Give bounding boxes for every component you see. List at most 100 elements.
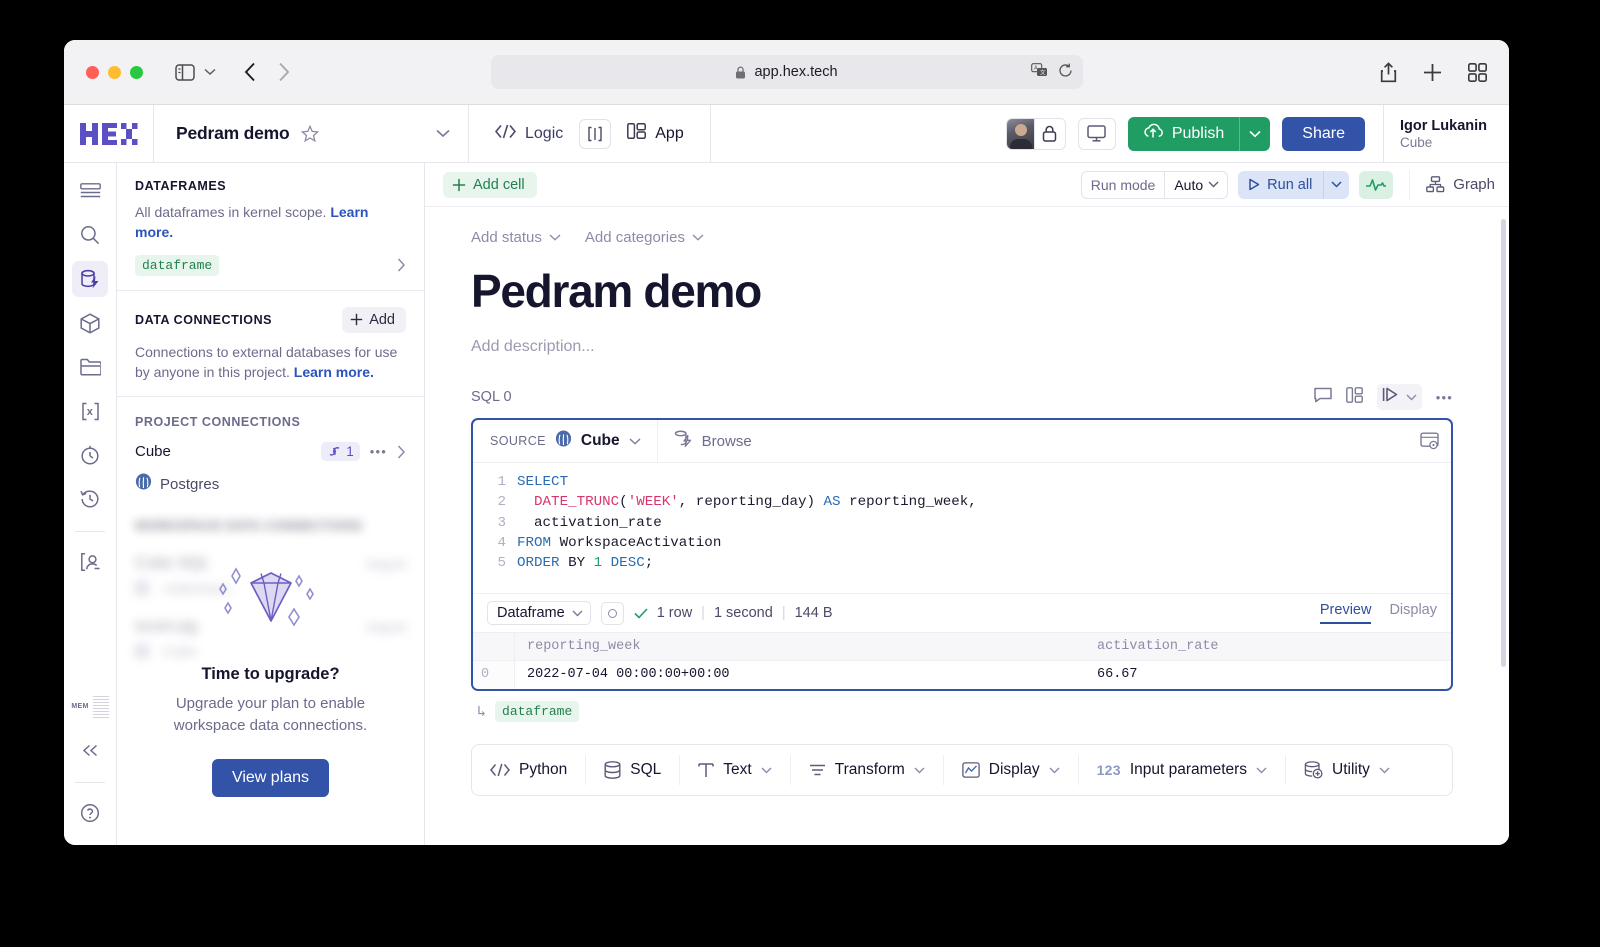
notebook-canvas[interactable]: Add status Add categories Pedram demo Ad… <box>425 207 1509 845</box>
run-mode-selector[interactable]: Run mode Auto <box>1080 170 1229 199</box>
chevron-down-icon[interactable] <box>1049 767 1060 774</box>
maximize-window-button[interactable] <box>130 65 143 79</box>
tab-logic[interactable]: Logic <box>483 117 575 151</box>
user-info[interactable]: Igor Lukanin Cube <box>1383 105 1495 162</box>
cell-type-palette: Python SQL Text Transform Display 123 In… <box>471 744 1453 797</box>
view-plans-button[interactable]: View plans <box>211 758 330 797</box>
table-row[interactable]: 0 2022-07-04 00:00:00+00:00 66.67 <box>473 661 1451 690</box>
data-sources-icon[interactable] <box>72 261 108 297</box>
search-icon[interactable] <box>72 217 108 253</box>
palette-transform[interactable]: Transform <box>791 755 944 786</box>
cell-output-variable: ↳ dataframe <box>471 701 1453 723</box>
run-all-button[interactable]: Run all <box>1238 170 1350 199</box>
chevron-down-icon[interactable] <box>914 767 925 774</box>
address-bar[interactable]: app.hex.tech A文 <box>490 55 1083 89</box>
layout-icon[interactable] <box>1345 386 1363 408</box>
ellipsis-icon[interactable]: ••• <box>370 444 387 459</box>
lock-icon[interactable] <box>1035 119 1065 149</box>
cell-ellipsis-icon[interactable]: ••• <box>1436 390 1453 405</box>
add-connection-button[interactable]: Add <box>342 306 406 333</box>
sql-cell[interactable]: SOURCE Cube Browse 1 SELECT 2 DATE_TRUNC… <box>471 418 1453 692</box>
publish-dropdown-chevron-down-icon[interactable] <box>1239 116 1270 151</box>
comment-icon[interactable] <box>1313 387 1332 408</box>
column-header[interactable]: activation_rate <box>1085 633 1231 660</box>
tab-display[interactable]: Display <box>1389 602 1437 624</box>
document-title[interactable]: Pedram demo <box>471 264 1453 318</box>
connection-usage-badge[interactable]: 1 <box>321 442 360 462</box>
review-icon[interactable] <box>72 544 108 580</box>
project-connection-cube[interactable]: Cube 1 ••• <box>135 442 406 462</box>
project-connection-postgres[interactable]: Postgres <box>135 473 406 495</box>
share-icon[interactable] <box>1380 61 1397 83</box>
chevron-down-icon[interactable] <box>761 767 772 774</box>
sql-settings-icon[interactable] <box>1420 432 1439 450</box>
forward-arrow-icon[interactable] <box>278 62 290 82</box>
add-categories-dropdown[interactable]: Add categories <box>585 229 704 246</box>
canvas-scrollbar[interactable] <box>1501 219 1506 667</box>
reload-icon[interactable] <box>1058 63 1073 82</box>
chevron-down-icon[interactable] <box>436 129 450 138</box>
add-cell-button[interactable]: Add cell <box>443 171 537 198</box>
split-view-icon[interactable] <box>579 118 612 149</box>
package-icon[interactable] <box>72 305 108 341</box>
graph-button[interactable]: Graph <box>1409 169 1495 200</box>
close-window-button[interactable] <box>86 65 99 79</box>
hex-logo[interactable] <box>64 105 154 162</box>
run-mode-value[interactable]: Auto <box>1164 171 1227 198</box>
window-traffic-lights[interactable] <box>86 65 143 79</box>
source-selector[interactable]: SOURCE Cube <box>473 420 658 462</box>
circle-icon[interactable] <box>600 601 624 625</box>
run-all-chevron-down-icon[interactable] <box>1323 170 1349 199</box>
chevron-down-icon[interactable] <box>1256 767 1267 774</box>
publish-button-main[interactable]: Publish <box>1128 117 1239 151</box>
share-button[interactable]: Share <box>1282 116 1365 151</box>
browse-button[interactable]: Browse <box>658 430 768 452</box>
palette-sql[interactable]: SQL <box>586 755 681 786</box>
outline-icon[interactable] <box>72 173 108 209</box>
avatar[interactable] <box>1006 118 1035 149</box>
palette-python[interactable]: Python <box>472 755 587 786</box>
collaborators[interactable] <box>1005 117 1066 150</box>
add-status-dropdown[interactable]: Add status <box>471 229 561 246</box>
dataframe-chip[interactable]: dataframe <box>135 254 220 276</box>
variables-icon[interactable]: x <box>72 393 108 429</box>
result-dataframe-selector[interactable]: Dataframe <box>487 601 591 626</box>
output-dataframe-chip[interactable]: dataframe <box>495 701 580 723</box>
history-icon[interactable] <box>72 481 108 517</box>
translate-icon[interactable]: A文 <box>1030 62 1048 82</box>
chevron-right-icon[interactable] <box>397 445 406 459</box>
minimize-window-button[interactable] <box>108 65 121 79</box>
run-all-main[interactable]: Run all <box>1238 171 1323 199</box>
chevron-right-icon[interactable] <box>397 258 406 272</box>
run-cell-icon[interactable] <box>1382 387 1400 407</box>
publish-button[interactable]: Publish <box>1127 116 1271 151</box>
plus-icon[interactable] <box>1423 63 1442 82</box>
dataframe-list-item[interactable]: dataframe <box>135 254 406 276</box>
source-chevron-down-icon[interactable] <box>629 432 641 450</box>
tab-preview[interactable]: Preview <box>1319 602 1372 625</box>
help-circle-icon[interactable] <box>72 795 108 831</box>
sidebar-options-chevron-icon[interactable] <box>204 68 216 76</box>
sidebar-toggle-icon[interactable] <box>175 63 195 81</box>
back-arrow-icon[interactable] <box>244 62 256 82</box>
files-icon[interactable] <box>72 349 108 385</box>
cell-run-chevron-down-icon[interactable] <box>1406 388 1417 406</box>
project-title-bar[interactable]: Pedram demo <box>154 105 469 162</box>
tab-app[interactable]: App <box>615 116 695 151</box>
monitor-icon[interactable] <box>1077 117 1116 150</box>
star-icon[interactable] <box>300 124 319 143</box>
chevron-down-icon[interactable] <box>1379 767 1390 774</box>
tab-grid-icon[interactable] <box>1468 62 1487 82</box>
document-description-placeholder[interactable]: Add description... <box>471 338 1453 356</box>
palette-utility[interactable]: Utility <box>1286 755 1408 785</box>
double-chevron-left-icon[interactable] <box>72 732 108 768</box>
palette-text[interactable]: Text <box>680 755 791 786</box>
sql-code-editor[interactable]: 1 SELECT 2 DATE_TRUNC('WEEK', reporting_d… <box>473 463 1451 593</box>
schedules-icon[interactable] <box>72 437 108 473</box>
data-connections-learn-more-link[interactable]: Learn more. <box>294 364 374 380</box>
palette-input-parameters[interactable]: 123 Input parameters <box>1079 755 1287 786</box>
activity-pulse-icon[interactable] <box>1359 170 1394 199</box>
palette-display[interactable]: Display <box>944 755 1079 786</box>
column-header[interactable]: reporting_week <box>515 633 1085 660</box>
cell-run-group[interactable] <box>1376 384 1422 410</box>
